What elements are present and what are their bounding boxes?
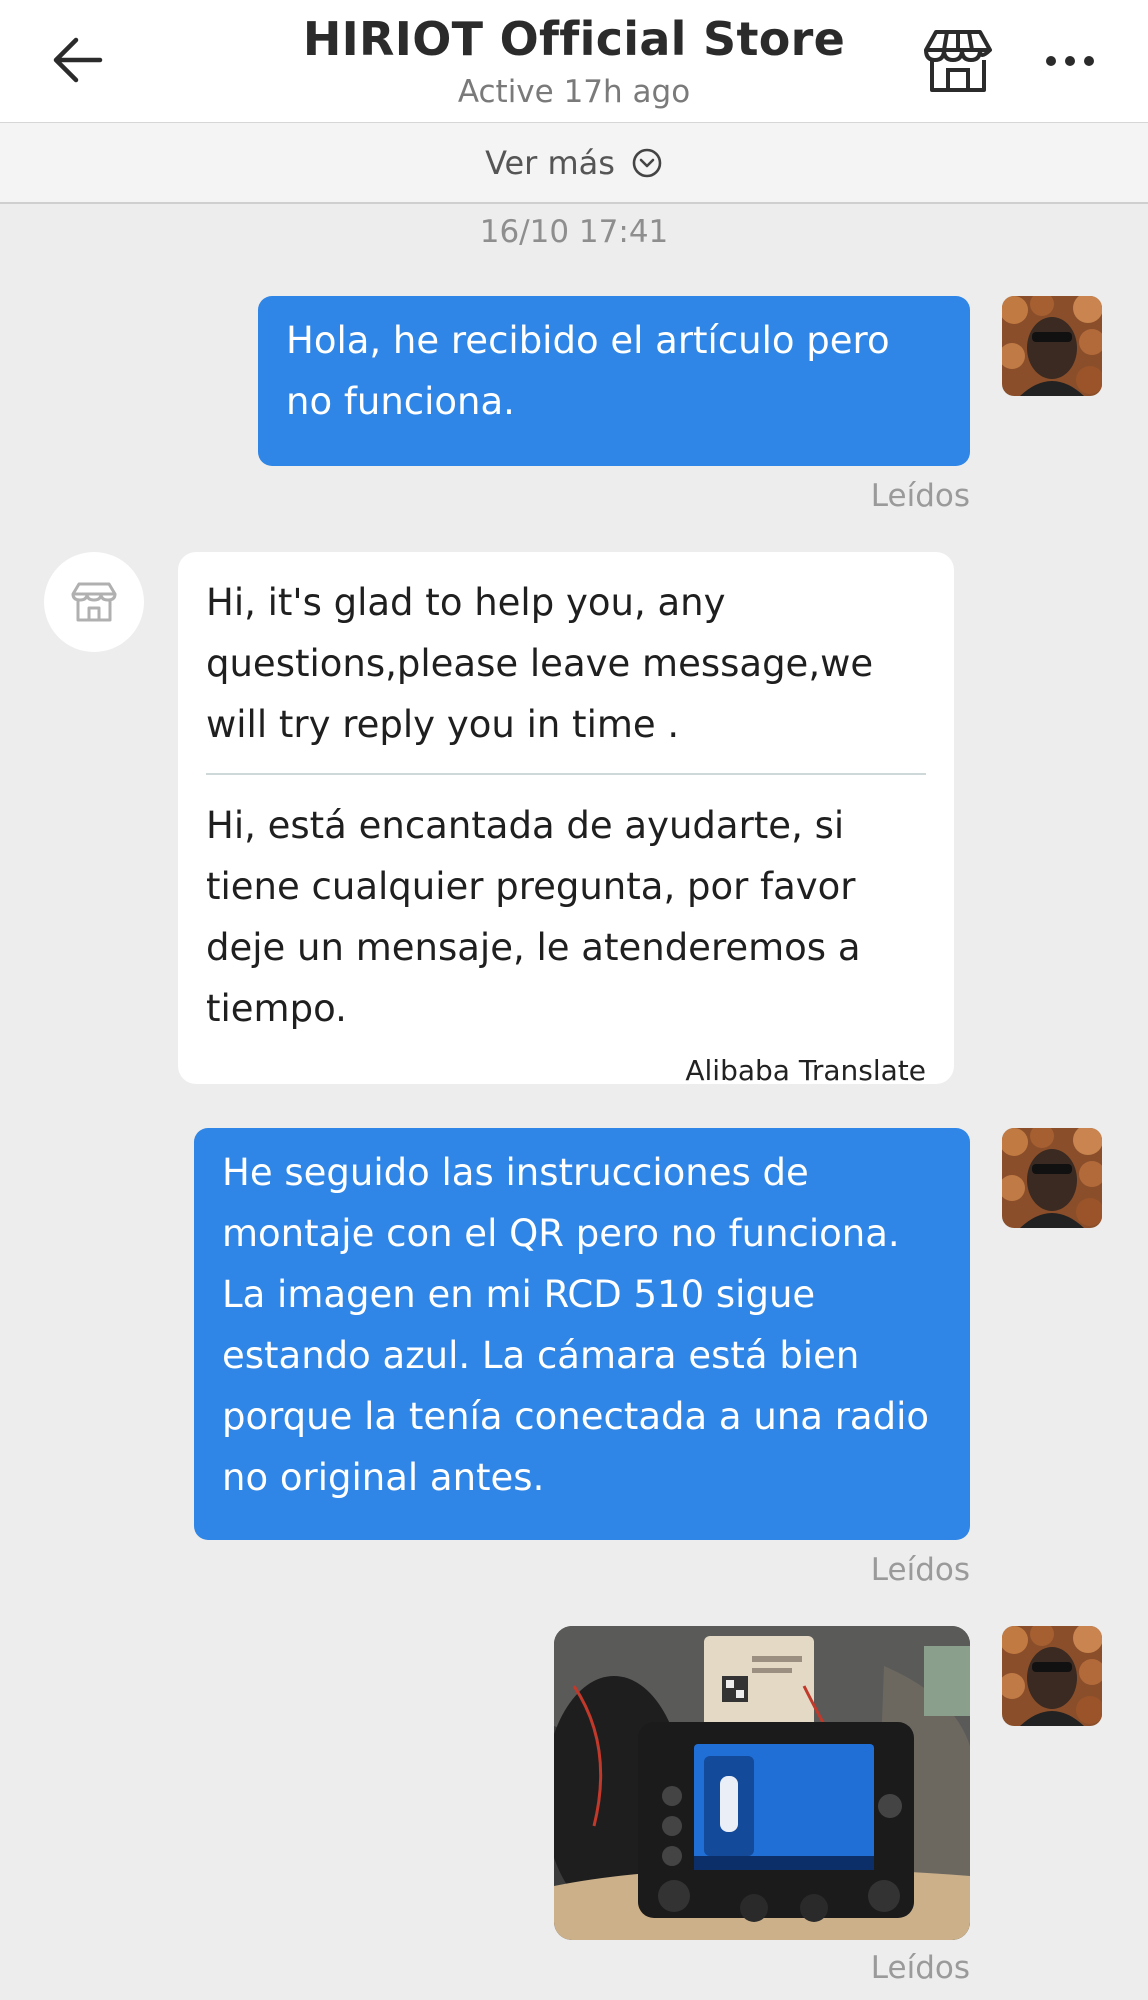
car-radio-photo — [554, 1626, 970, 1940]
more-options-button[interactable] — [1040, 44, 1100, 74]
translated-message-text: Hi, está encantada de ayudarte, si tiene… — [206, 804, 861, 1030]
message-timestamp: 16/10 17:41 — [479, 214, 669, 250]
chevron-down-circle-icon — [632, 148, 662, 177]
read-receipt: Leídos — [870, 1552, 970, 1588]
storefront-icon — [71, 582, 117, 622]
outgoing-message[interactable]: Hola, he recibido el artículo pero no fu… — [258, 296, 970, 466]
read-receipt: Leídos — [870, 1950, 970, 1986]
translation-source: Alibaba Translate — [685, 1054, 926, 1087]
load-more-history[interactable]: Ver más — [0, 122, 1148, 204]
outgoing-message[interactable]: He seguido las instrucciones de montaje … — [194, 1128, 970, 1540]
read-receipt: Leídos — [870, 478, 970, 514]
user-avatar[interactable] — [1002, 296, 1102, 396]
store-avatar[interactable] — [44, 552, 144, 652]
original-message-text: Hi, it's glad to help you, any questions… — [206, 581, 874, 746]
load-more-label: Ver más — [485, 143, 615, 182]
message-text: Hola, he recibido el artículo pero no fu… — [286, 319, 890, 423]
translation-divider — [206, 773, 926, 775]
image-message[interactable] — [554, 1626, 970, 1940]
user-avatar[interactable] — [1002, 1128, 1102, 1228]
message-text: He seguido las instrucciones de montaje … — [222, 1151, 929, 1499]
chat-header: HIRIOT Official Store Active 17h ago — [0, 0, 1148, 122]
storefront-icon — [924, 30, 992, 92]
store-button[interactable] — [922, 28, 994, 94]
user-avatar[interactable] — [1002, 1626, 1102, 1726]
incoming-message[interactable]: Hi, it's glad to help you, any questions… — [178, 552, 954, 1087]
